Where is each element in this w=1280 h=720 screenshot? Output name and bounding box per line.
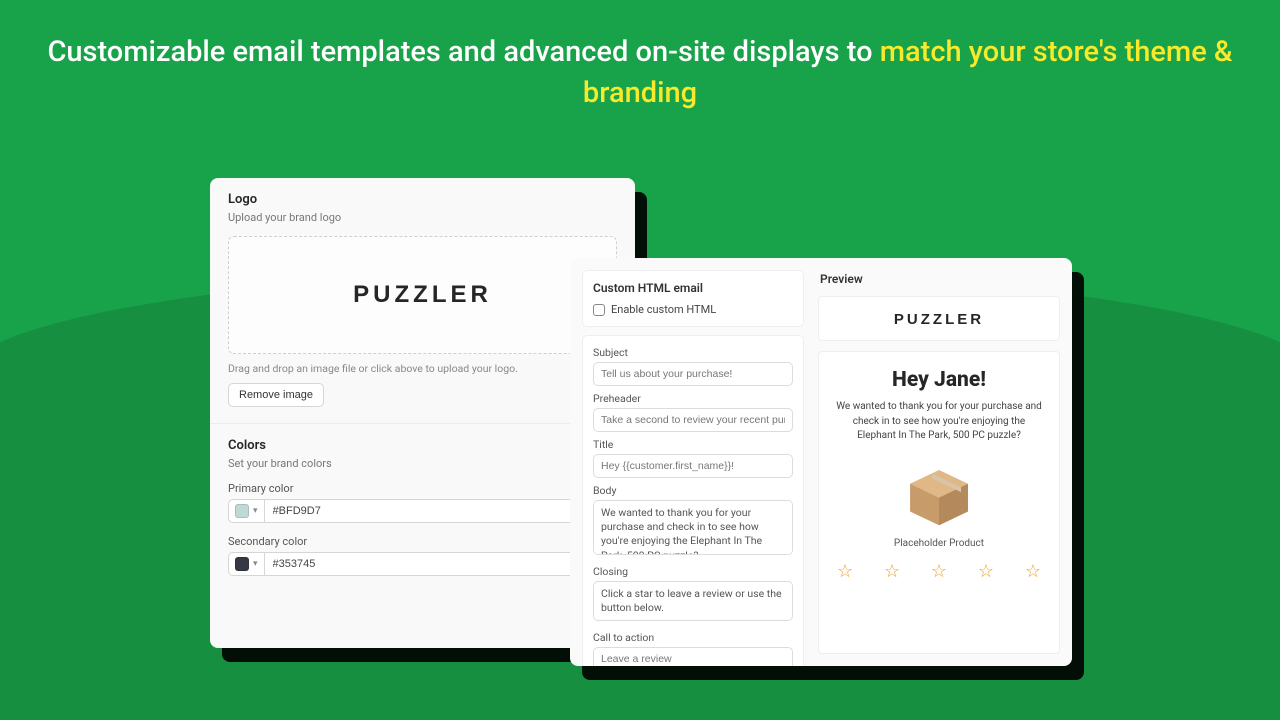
title-label: Title [593,438,793,451]
primary-swatch-icon [235,504,249,518]
headline-text: Customizable email templates and advance… [47,35,879,69]
cta-input[interactable] [593,647,793,666]
subject-input[interactable] [593,362,793,386]
preview-star-row: ☆ ☆ ☆ ☆ ☆ [831,561,1047,582]
star-icon[interactable]: ☆ [978,561,994,582]
enable-custom-html-checkbox[interactable]: Enable custom HTML [593,303,793,316]
body-input[interactable]: We wanted to thank you for your purchase… [593,500,793,555]
subject-label: Subject [593,346,793,359]
logo-section-title: Logo [228,192,617,207]
secondary-color-input[interactable] [265,552,617,576]
preview-logo-block: PUZZLER [818,296,1060,341]
preview-body-text: We wanted to thank you for your purchase… [834,400,1044,444]
colors-section-subtitle: Set your brand colors [228,457,617,470]
remove-image-button[interactable]: Remove image [228,383,324,407]
primary-color-input[interactable] [265,499,617,523]
secondary-swatch-icon [235,557,249,571]
package-icon [903,466,975,528]
email-fields-panel: Subject Preheader Title Body We wanted t… [582,335,804,666]
page-headline: Customizable email templates and advance… [0,0,1280,113]
preview-title: Hey Jane! [892,368,986,392]
enable-custom-html-label: Enable custom HTML [611,303,716,316]
preview-brand-logo: PUZZLER [894,311,984,328]
colors-section-title: Colors [228,438,617,453]
primary-color-picker[interactable]: ▾ [228,499,265,523]
chevron-down-icon: ▾ [253,506,258,516]
cta-label: Call to action [593,631,793,644]
closing-label: Closing [593,565,793,578]
primary-color-label: Primary color [228,482,617,495]
email-preview-column: Preview PUZZLER Hey Jane! We wanted to t… [818,270,1060,654]
email-card: Custom HTML email Enable custom HTML Sub… [570,258,1072,666]
custom-html-panel: Custom HTML email Enable custom HTML [582,270,804,327]
preview-body-block: Hey Jane! We wanted to thank you for you… [818,351,1060,654]
chevron-down-icon: ▾ [253,559,258,569]
star-icon[interactable]: ☆ [837,561,853,582]
custom-html-title: Custom HTML email [593,281,793,295]
brand-logo: PUZZLER [353,281,492,309]
title-input[interactable] [593,454,793,478]
logo-dropzone[interactable]: PUZZLER [228,236,617,354]
secondary-color-row: ▾ [228,552,617,576]
primary-color-row: ▾ [228,499,617,523]
preheader-label: Preheader [593,392,793,405]
email-form-column: Custom HTML email Enable custom HTML Sub… [582,270,804,654]
secondary-color-label: Secondary color [228,535,617,548]
preview-header: Preview [818,270,1060,296]
preheader-input[interactable] [593,408,793,432]
logo-help-text: Drag and drop an image file or click abo… [228,362,617,375]
closing-input[interactable]: Click a star to leave a review or use th… [593,581,793,621]
checkbox-icon [593,304,605,316]
star-icon[interactable]: ☆ [931,561,947,582]
star-icon[interactable]: ☆ [884,561,900,582]
body-label: Body [593,484,793,497]
secondary-color-picker[interactable]: ▾ [228,552,265,576]
logo-section-subtitle: Upload your brand logo [228,211,617,224]
star-icon[interactable]: ☆ [1025,561,1041,582]
preview-product-name: Placeholder Product [894,538,984,549]
